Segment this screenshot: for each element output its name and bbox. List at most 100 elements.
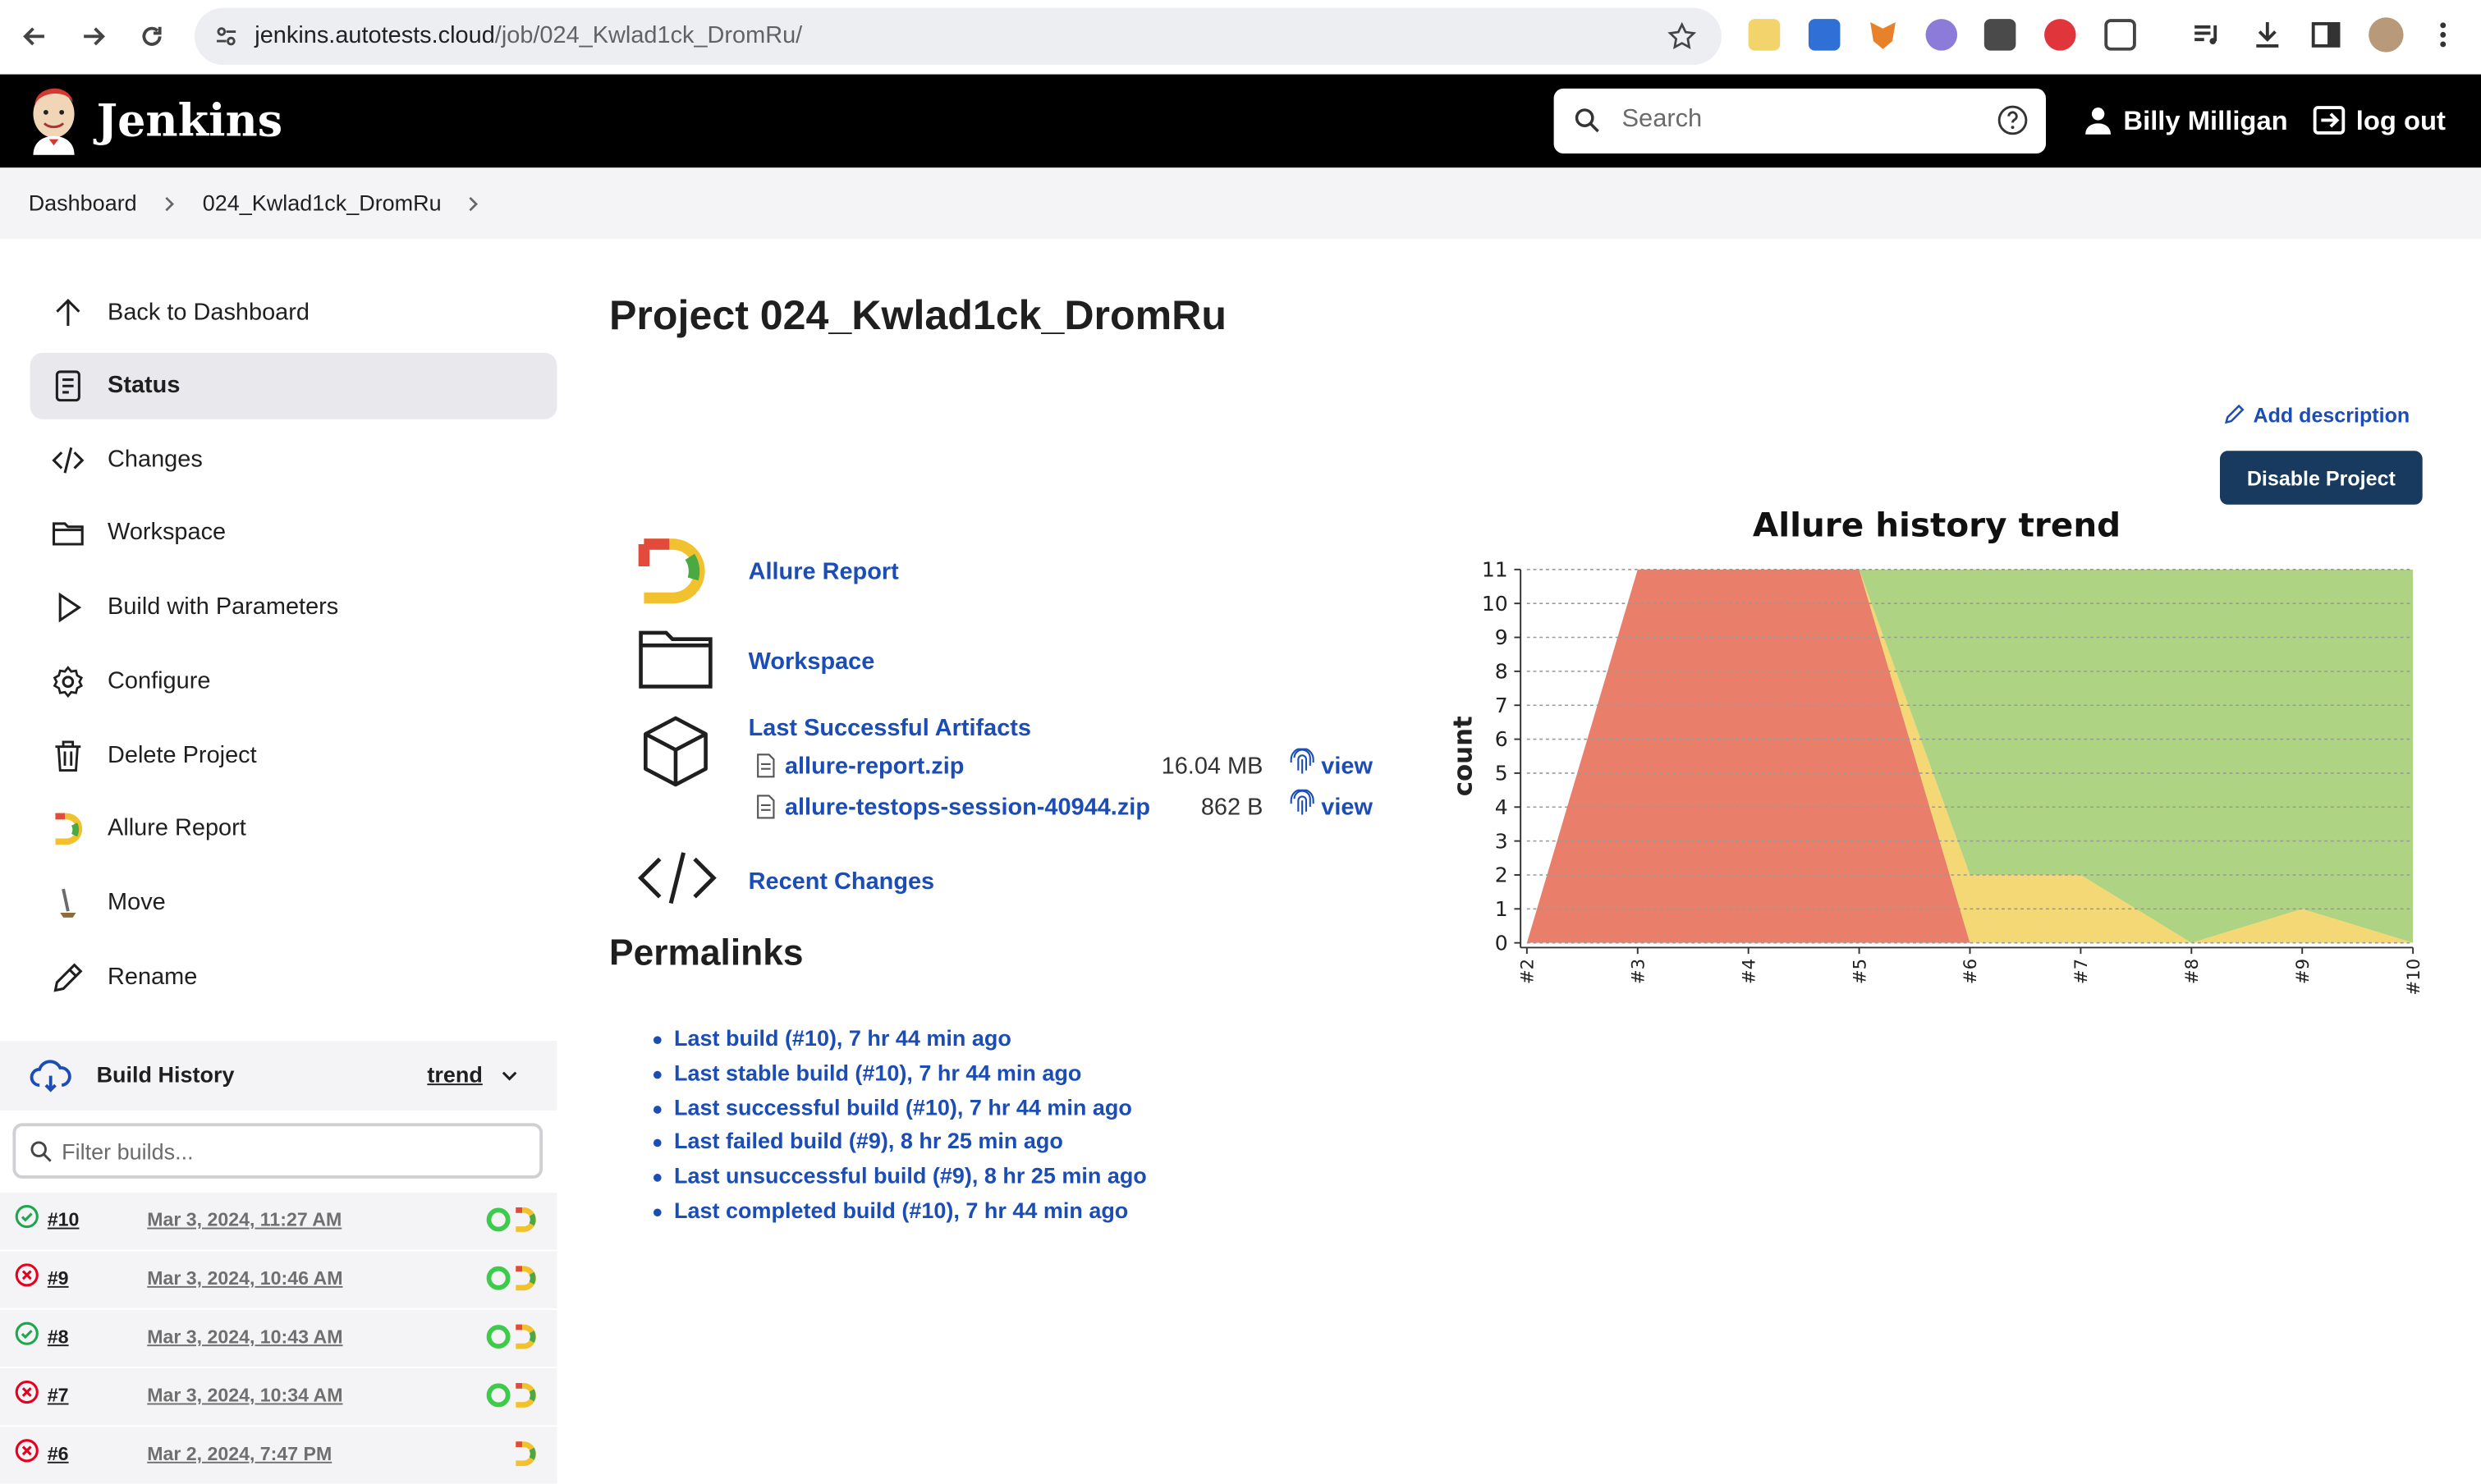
logout-link[interactable]: log out (2356, 106, 2446, 138)
sidebar-item-workspace[interactable]: Workspace (30, 500, 557, 566)
page: jenkins.autotests.cloud/job/024_Kwlad1ck… (0, 0, 2481, 1484)
build-number-link[interactable]: #8 (48, 1326, 69, 1348)
trend-link[interactable]: trend (427, 1061, 482, 1087)
jenkins-logo-icon[interactable] (27, 87, 81, 155)
jenkins-brand[interactable]: Jenkins (97, 95, 283, 148)
browser-menu-icon[interactable] (2432, 19, 2454, 51)
allure-logo-icon (638, 538, 705, 604)
y-tick-label: 1 (1495, 897, 1508, 921)
sidebar-item-changes[interactable]: Changes (30, 427, 557, 493)
last-successful-artifacts-link[interactable]: Last Successful Artifacts (749, 715, 1031, 742)
forward-arrow-icon[interactable] (73, 16, 114, 57)
reload-icon[interactable] (131, 16, 172, 57)
y-tick-label: 8 (1495, 660, 1508, 684)
y-tick-label: 2 (1495, 863, 1508, 887)
testops-allure-icon[interactable] (486, 1266, 540, 1291)
sidebar-item-allure-report[interactable]: Allure Report (30, 795, 557, 862)
chevron-right-icon[interactable] (162, 195, 177, 213)
chevron-down-icon[interactable] (500, 1066, 519, 1085)
extension-pencil-icon[interactable] (1748, 19, 1781, 51)
metamask-fox-icon[interactable] (1870, 21, 1896, 49)
artifact-view-link[interactable]: view (1321, 795, 1373, 822)
testops-allure-icon[interactable] (486, 1324, 540, 1349)
build-history-title: Build History (96, 1061, 235, 1088)
user-name-link[interactable]: Billy Milligan (2123, 106, 2287, 138)
help-icon[interactable] (1997, 104, 2029, 136)
side-panel-icon[interactable] (2310, 19, 2342, 51)
extension-screenshot-icon[interactable] (1808, 19, 1841, 51)
back-arrow-icon[interactable] (14, 16, 55, 57)
sidebar-item-back-to-dashboard[interactable]: Back to Dashboard (30, 280, 557, 346)
breadcrumb: Dashboard 024_Kwlad1ck_DromRu (0, 167, 2481, 240)
y-tick-label: 6 (1495, 727, 1508, 751)
sidebar-item-move[interactable]: Move (30, 870, 557, 937)
list-item: Last unsuccessful build (#9), 8 hr 25 mi… (653, 1163, 1147, 1198)
allure-icon[interactable] (486, 1441, 540, 1467)
artifact-link[interactable]: allure-testops-session-40944.zip (785, 795, 1150, 822)
testops-allure-icon[interactable] (486, 1207, 540, 1233)
filter-placeholder: Filter builds... (62, 1138, 194, 1165)
cloud-icon (30, 1060, 71, 1092)
workspace-link[interactable]: Workspace (749, 648, 875, 676)
sidebar-item-delete-project[interactable]: Delete Project (30, 723, 557, 790)
failed-status-icon (15, 1439, 39, 1463)
sidebar-item-rename[interactable]: Rename (30, 945, 557, 1011)
recent-changes-link[interactable]: Recent Changes (749, 868, 935, 895)
build-row[interactable]: #9 Mar 3, 2024, 10:46 AM (0, 1251, 557, 1310)
chevron-right-icon[interactable] (465, 195, 481, 213)
testops-allure-icon[interactable] (486, 1382, 540, 1408)
permalink[interactable]: Last build (#10), 7 hr 44 min ago (674, 1025, 1011, 1051)
sidebar-item-status[interactable]: Status (30, 352, 557, 419)
build-date-link[interactable]: Mar 3, 2024, 11:27 AM (147, 1208, 342, 1230)
permalink[interactable]: Last stable build (#10), 7 hr 44 min ago (674, 1060, 1081, 1085)
build-row[interactable]: #10 Mar 3, 2024, 11:27 AM (0, 1193, 557, 1252)
build-date-link[interactable]: Mar 3, 2024, 10:34 AM (147, 1384, 342, 1406)
artifact-size: 16.04 MB (1161, 753, 1263, 781)
build-number-link[interactable]: #9 (48, 1267, 69, 1289)
list-item: Last build (#10), 7 hr 44 min ago (653, 1025, 1147, 1060)
address-bar[interactable]: jenkins.autotests.cloud/job/024_Kwlad1ck… (195, 7, 1722, 66)
search-input[interactable]: Search (1553, 88, 2046, 153)
permalink[interactable]: Last successful build (#10), 7 hr 44 min… (674, 1094, 1132, 1120)
download-icon[interactable] (2252, 19, 2284, 51)
breadcrumb-project[interactable]: 024_Kwlad1ck_DromRu (203, 190, 442, 215)
sidebar-item-build-with-parameters[interactable]: Build with Parameters (30, 575, 557, 641)
browser-toolbar: jenkins.autotests.cloud/job/024_Kwlad1ck… (0, 0, 2481, 75)
build-number-link[interactable]: #7 (48, 1384, 69, 1406)
filter-builds-input[interactable]: Filter builds... (12, 1123, 543, 1179)
breadcrumb-dashboard[interactable]: Dashboard (29, 190, 137, 215)
user-icon (2085, 108, 2112, 135)
permalink[interactable]: Last failed build (#9), 8 hr 25 min ago (674, 1129, 1063, 1154)
y-tick-label: 5 (1495, 762, 1508, 786)
move-icon (60, 888, 76, 918)
artifact-view-link[interactable]: view (1321, 753, 1373, 780)
media-control-icon[interactable] (2191, 19, 2223, 51)
build-history-header: Build History trend (0, 1041, 557, 1111)
build-row[interactable]: #8 Mar 3, 2024, 10:43 AM (0, 1309, 557, 1369)
extensions-puzzle-icon[interactable] (2104, 19, 2136, 51)
extension-ghost-icon[interactable] (1925, 19, 1958, 51)
build-row[interactable]: #6 Mar 2, 2024, 7:47 PM (0, 1427, 557, 1484)
bookmark-star-icon[interactable] (1667, 21, 1697, 51)
fingerprint-icon[interactable] (1290, 789, 1315, 818)
selenium-ide-icon[interactable] (1983, 19, 2016, 51)
page-title: Project 024_Kwlad1ck_DromRu (609, 291, 1227, 339)
profile-avatar[interactable] (2369, 17, 2404, 53)
artifact-link[interactable]: allure-report.zip (785, 753, 964, 780)
build-number-link[interactable]: #10 (48, 1208, 80, 1230)
build-date-link[interactable]: Mar 3, 2024, 10:46 AM (147, 1267, 342, 1289)
build-number-link[interactable]: #6 (48, 1443, 69, 1465)
allure-history-trend-chart[interactable]: Allure history trend 0 1 2 3 4 5 6 7 8 9 10 11 #2 #3 #4… (1432, 493, 2444, 1015)
build-row[interactable]: #7 Mar 3, 2024, 10:34 AM (0, 1368, 557, 1427)
site-settings-icon[interactable] (213, 24, 239, 49)
build-date-link[interactable]: Mar 3, 2024, 10:43 AM (147, 1326, 342, 1348)
fingerprint-icon[interactable] (1290, 748, 1315, 777)
allure-report-link[interactable]: Allure Report (749, 558, 899, 585)
permalink[interactable]: Last completed build (#10), 7 hr 44 min … (674, 1198, 1128, 1223)
add-description-link[interactable]: Add description (2253, 403, 2410, 427)
extension-red-icon[interactable] (2044, 19, 2076, 51)
sidebar-item-configure[interactable]: Configure (30, 648, 557, 715)
build-date-link[interactable]: Mar 2, 2024, 7:47 PM (147, 1443, 332, 1465)
pencil-icon[interactable] (2223, 403, 2245, 425)
permalink[interactable]: Last unsuccessful build (#9), 8 hr 25 mi… (674, 1163, 1147, 1189)
